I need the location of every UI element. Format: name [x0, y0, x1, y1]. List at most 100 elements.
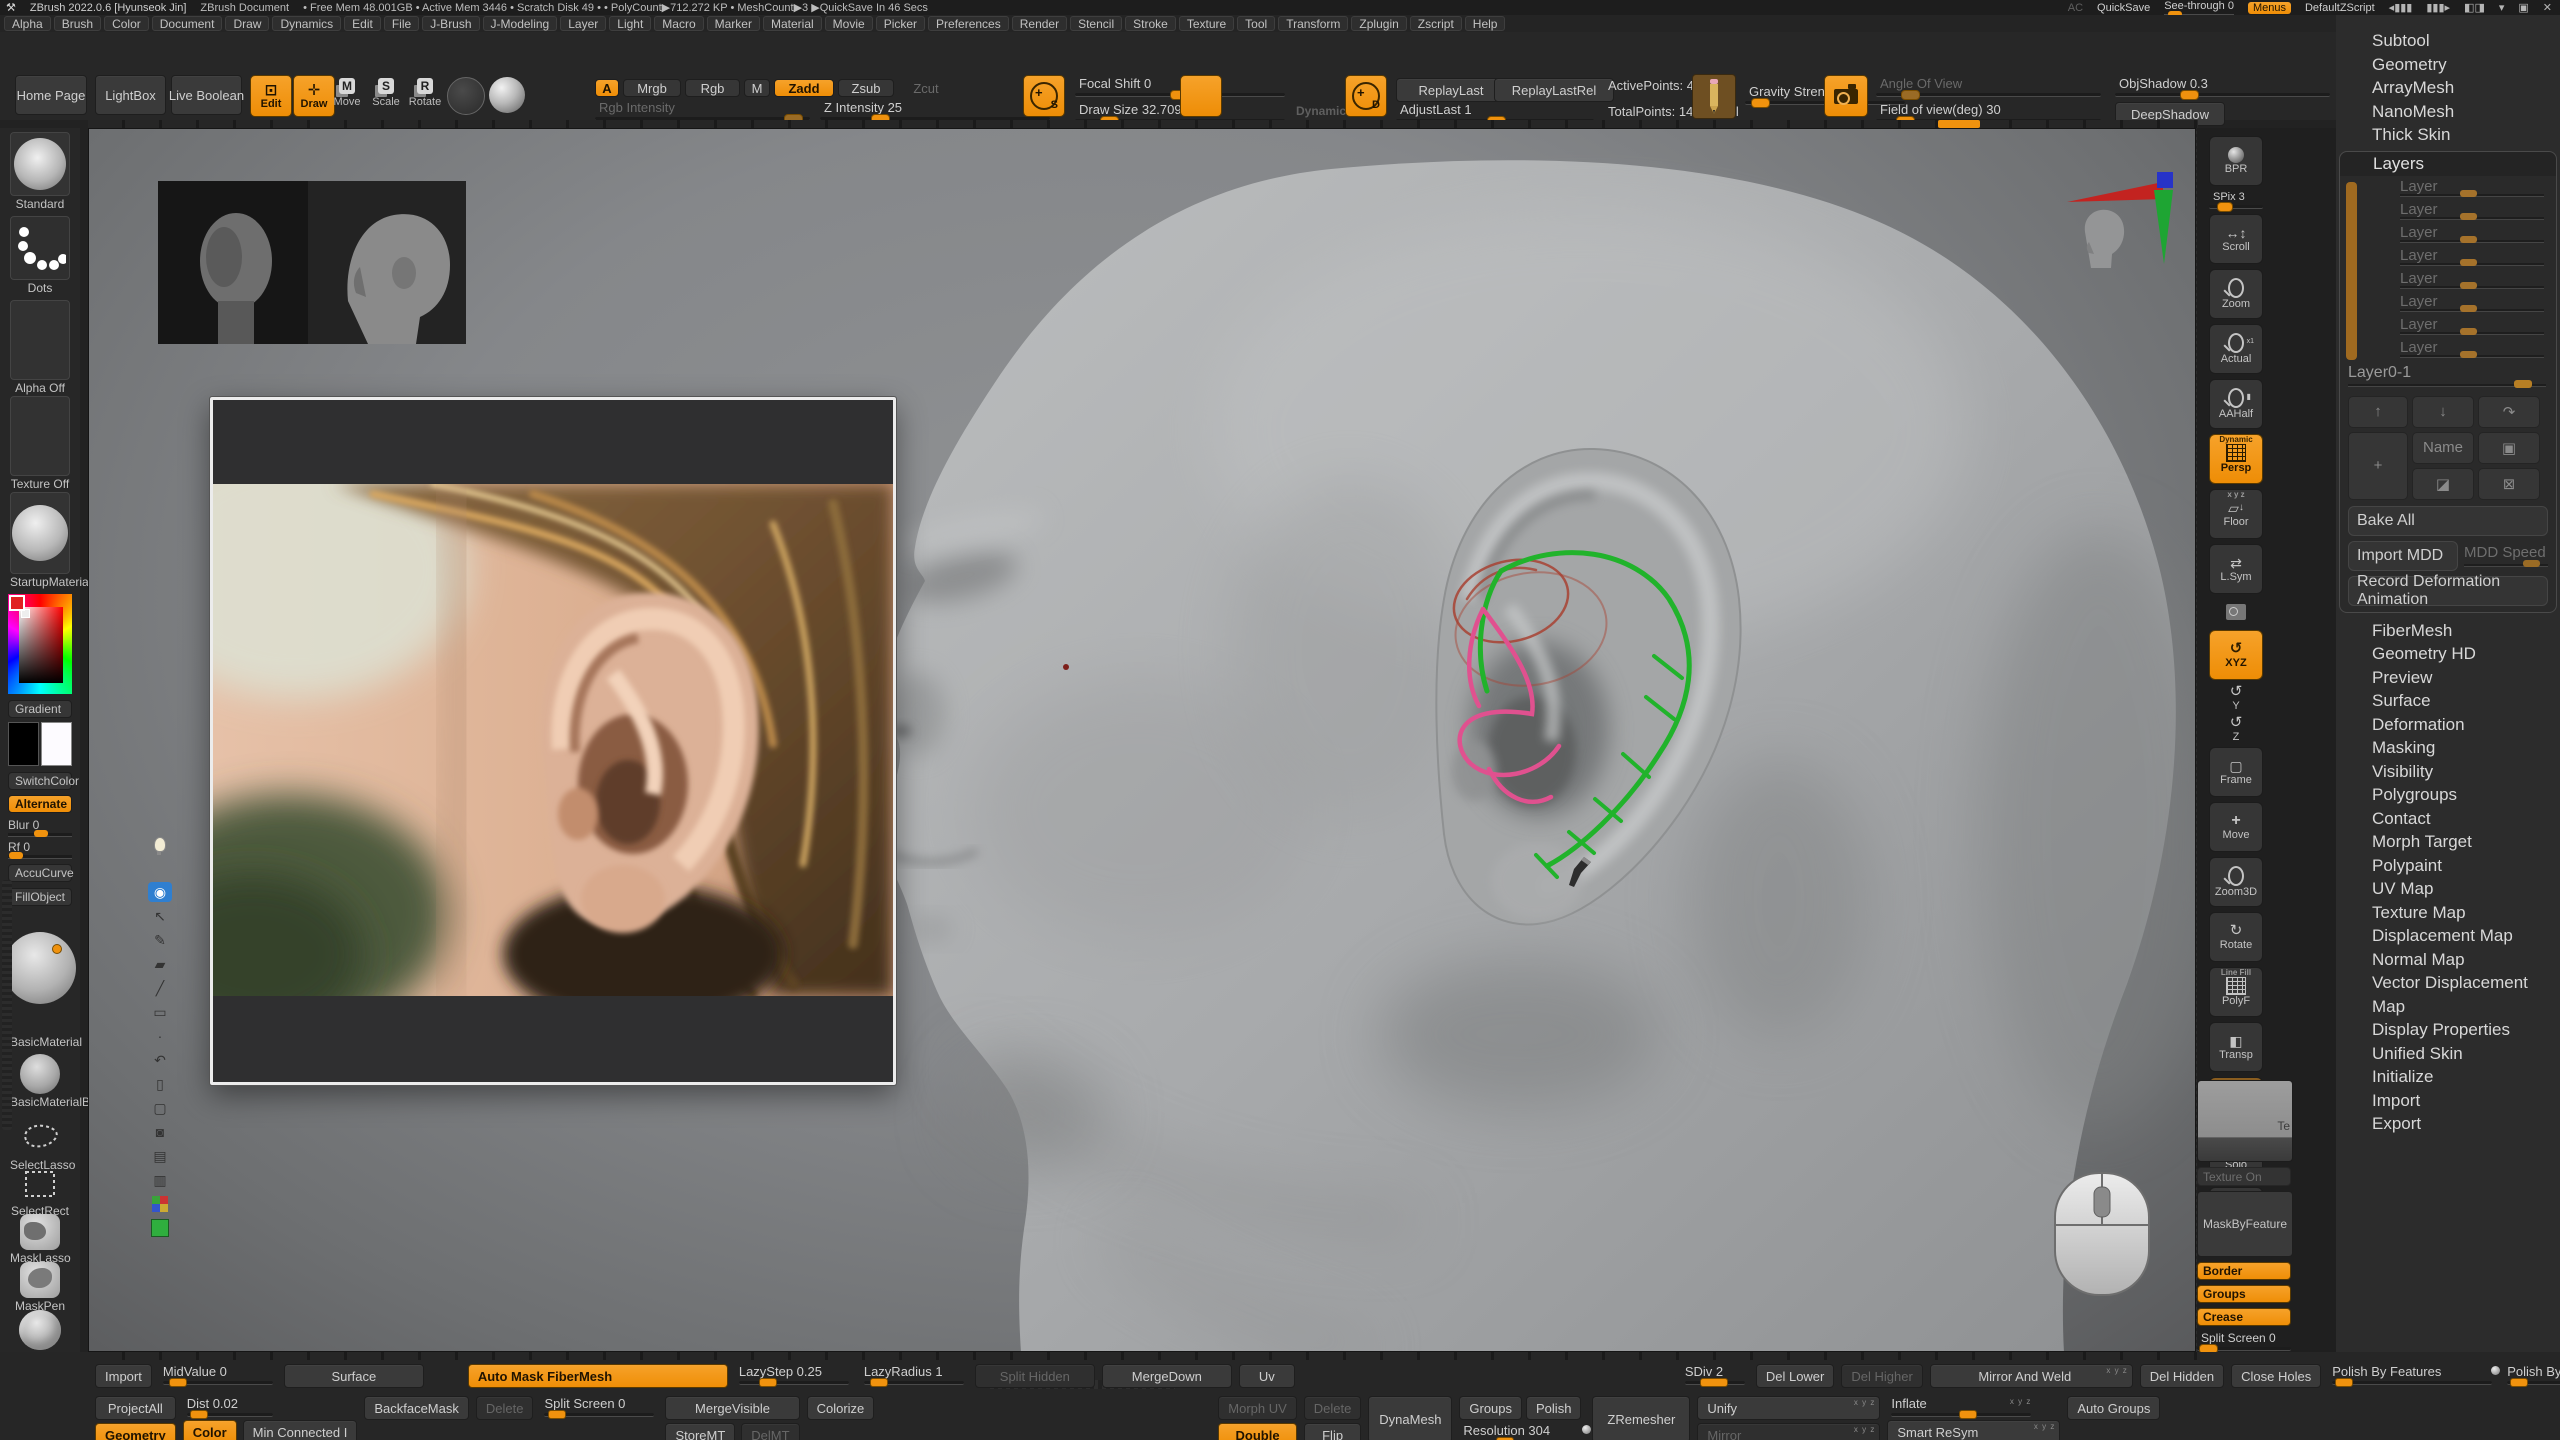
- layer-name-button[interactable]: Name: [2412, 432, 2474, 464]
- tool-panel-section[interactable]: Display Properties: [2336, 1018, 2560, 1042]
- split-hidden-button[interactable]: Split Hidden: [975, 1364, 1095, 1388]
- dist-slider[interactable]: Dist 0.02: [183, 1396, 277, 1417]
- mdd-speed-slider[interactable]: MDD Speed: [2464, 541, 2548, 571]
- pen-thumbnail[interactable]: [1692, 74, 1736, 119]
- tool-panel-section[interactable]: ArrayMesh: [2336, 76, 2560, 100]
- del-mt-button[interactable]: DelMT: [741, 1423, 799, 1440]
- layer-slider-row[interactable]: Layer: [2340, 245, 2556, 268]
- resolution-slider[interactable]: Resolution 304: [1459, 1423, 1585, 1440]
- sdiv-slider[interactable]: SDiv 2: [1681, 1364, 1749, 1385]
- brush-thumbnail-standard[interactable]: Standard: [10, 132, 70, 211]
- menu-item[interactable]: Texture: [1179, 16, 1234, 31]
- reference-tool[interactable]: ↖: [148, 906, 172, 926]
- polish-features-toggle[interactable]: [2491, 1366, 2500, 1375]
- menu-item[interactable]: Tool: [1237, 16, 1275, 31]
- tool-panel-section[interactable]: Visibility: [2336, 760, 2560, 784]
- reference-tool[interactable]: [148, 858, 172, 878]
- reference-tool[interactable]: ✎: [148, 930, 172, 950]
- tool-panel-section[interactable]: NanoMesh: [2336, 100, 2560, 124]
- tool-panel-section[interactable]: Masking: [2336, 736, 2560, 760]
- menu-item[interactable]: Document: [152, 16, 223, 31]
- accucurve-button[interactable]: AccuCurve: [8, 864, 72, 882]
- groups-button[interactable]: Groups: [2197, 1285, 2291, 1303]
- tool-panel-section[interactable]: Morph Target: [2336, 830, 2560, 854]
- menu-item[interactable]: Movie: [825, 16, 873, 31]
- record-deformation-button[interactable]: Record Deformation Animation: [2348, 576, 2548, 606]
- reference-tool[interactable]: ◉: [148, 882, 172, 902]
- menu-item[interactable]: File: [384, 16, 419, 31]
- mirror-button[interactable]: Mirrorx y z: [1697, 1423, 1880, 1440]
- min-connected-button[interactable]: Min Connected I: [243, 1420, 358, 1440]
- divider-right-icon[interactable]: ▮▮▮▸: [2426, 1, 2450, 14]
- replay-last-button[interactable]: ReplayLast: [1396, 78, 1506, 102]
- divider-orange-marker[interactable]: [1938, 120, 1980, 128]
- rotate-mode-button[interactable]: R Rotate: [408, 78, 442, 108]
- rf-slider[interactable]: Rf 0: [8, 840, 72, 859]
- blur-slider[interactable]: Blur 0: [8, 818, 72, 837]
- replay-brush-icon-button[interactable]: [1180, 75, 1222, 117]
- layers-section-header[interactable]: Layers: [2340, 152, 2556, 176]
- zbrush-sphere-thumbnail[interactable]: [489, 77, 525, 113]
- tool-panel-section[interactable]: Vector Displacement Map: [2336, 971, 2560, 1018]
- dynamesh-button[interactable]: DynaMesh: [1368, 1396, 1452, 1440]
- home-page-button[interactable]: Home Page: [15, 75, 87, 115]
- double-button[interactable]: Double: [1218, 1423, 1297, 1440]
- mask-by-feature-button[interactable]: MaskByFeature: [2197, 1191, 2293, 1257]
- alternate-button[interactable]: Alternate: [8, 795, 72, 813]
- layer-duplicate-button[interactable]: ▣: [2478, 432, 2540, 464]
- strip-button[interactable]: Frame: [2209, 747, 2263, 797]
- menu-item[interactable]: Dynamics: [272, 16, 341, 31]
- minimize-button[interactable]: ▾: [2499, 1, 2505, 14]
- reference-tool[interactable]: ▭: [148, 1002, 172, 1022]
- store-mt-button[interactable]: StoreMT: [665, 1423, 735, 1440]
- quicksave-button[interactable]: QuickSave: [2097, 2, 2150, 14]
- merge-visible-button[interactable]: MergeVisible: [665, 1396, 799, 1420]
- close-button[interactable]: ✕: [2543, 1, 2552, 14]
- strip-button[interactable]: Y: [2209, 685, 2263, 711]
- stroke-preview-thumbnail[interactable]: [447, 77, 485, 115]
- lazystep-slider[interactable]: LazyStep 0.25: [735, 1364, 853, 1385]
- selected-layer-slider[interactable]: Layer0-1: [2340, 364, 2556, 390]
- mergedown-button[interactable]: MergeDown: [1102, 1364, 1232, 1388]
- alpha-a-button[interactable]: A: [595, 79, 619, 97]
- strip-button[interactable]: Transp: [2209, 1022, 2263, 1072]
- auto-mask-fibermesh-button[interactable]: Auto Mask FiberMesh: [468, 1364, 728, 1388]
- texture-thumbnail[interactable]: Texture Off: [10, 396, 70, 491]
- zcut-button[interactable]: Zcut: [898, 79, 954, 97]
- zadd-button[interactable]: Zadd: [774, 79, 834, 97]
- menu-item[interactable]: Edit: [344, 16, 381, 31]
- colorize-button[interactable]: Colorize: [807, 1396, 875, 1420]
- panel-swap-icon[interactable]: ◧◨: [2464, 1, 2485, 14]
- midvalue-slider[interactable]: MidValue 0: [159, 1364, 277, 1385]
- texture-preview[interactable]: Te: [2197, 1080, 2293, 1162]
- auto-groups-button[interactable]: Auto Groups: [2067, 1396, 2160, 1420]
- replay-icon-button[interactable]: D: [1345, 75, 1387, 117]
- menu-item[interactable]: Render: [1012, 16, 1067, 31]
- strip-button[interactable]: [2209, 599, 2263, 625]
- layer-slider-row[interactable]: Layer: [2340, 291, 2556, 314]
- camera-axis-gizmo[interactable]: [2067, 172, 2173, 312]
- menu-item[interactable]: Zplugin: [1351, 16, 1406, 31]
- split-screen-slider-right[interactable]: Split Screen 0: [2197, 1331, 2291, 1351]
- tool-panel-section[interactable]: Export: [2336, 1112, 2560, 1136]
- tool-panel-section[interactable]: Geometry HD: [2336, 642, 2560, 666]
- tool-panel-section[interactable]: Normal Map: [2336, 948, 2560, 972]
- camera-icon-button[interactable]: [1824, 75, 1868, 117]
- reference-window-letterbox-bottom[interactable]: [213, 996, 893, 1082]
- morph-uv-button[interactable]: Morph UV: [1218, 1396, 1297, 1420]
- obj-shadow-slider[interactable]: ObjShadow 0.3: [2115, 76, 2330, 97]
- reference-tool[interactable]: ↶: [148, 1050, 172, 1070]
- rgb-intensity-slider[interactable]: Rgb Intensity: [595, 100, 810, 121]
- reference-tool[interactable]: ▥: [148, 1170, 172, 1190]
- import-button[interactable]: Import: [95, 1364, 152, 1388]
- surface-button[interactable]: Surface: [284, 1364, 424, 1388]
- lazyradius-slider[interactable]: LazyRadius 1: [860, 1364, 968, 1385]
- strip-button[interactable]: x y z Floor: [2209, 489, 2263, 539]
- strip-button[interactable]: Scroll: [2209, 214, 2263, 264]
- split-screen-slider-bottom[interactable]: Split Screen 0: [540, 1396, 658, 1417]
- alpha-thumbnail[interactable]: Alpha Off: [10, 300, 70, 395]
- fill-object-button[interactable]: FillObject: [8, 888, 72, 906]
- menu-item[interactable]: Alpha: [4, 16, 51, 31]
- tool-panel-section[interactable]: Texture Map: [2336, 901, 2560, 925]
- material-preview-sphere[interactable]: [4, 914, 76, 1034]
